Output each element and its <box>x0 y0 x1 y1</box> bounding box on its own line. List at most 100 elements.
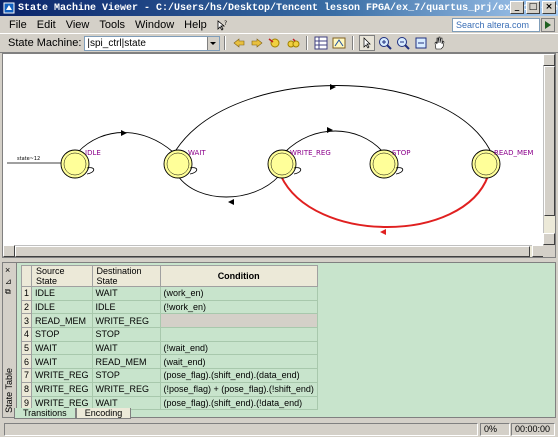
horizontal-scrollbar[interactable] <box>3 245 544 257</box>
close-button[interactable]: × <box>542 1 556 14</box>
zoom-in-icon[interactable] <box>377 35 393 51</box>
title-bar: State Machine Viewer - C:/Users/hs/Deskt… <box>0 0 558 16</box>
pin-icon[interactable]: ⊿ <box>5 277 12 286</box>
table-row[interactable]: 4 STOP STOP <box>21 327 318 342</box>
state-label-write-reg: WRITE_REG <box>290 149 331 157</box>
destination-state-cell: WRITE_REG <box>91 381 161 397</box>
hand-pan-icon[interactable] <box>431 35 447 51</box>
table-row[interactable]: 5 WAIT WAIT (!wait_end) <box>21 340 318 356</box>
drawing-icon[interactable] <box>331 35 347 51</box>
menu-tools[interactable]: Tools <box>94 19 130 31</box>
select-pointer-icon[interactable] <box>359 35 376 51</box>
scroll-up-button[interactable] <box>543 54 555 66</box>
table-row[interactable]: 8 WRITE_REG WRITE_REG (!pose_flag) + (po… <box>21 381 318 397</box>
zoom-out-icon[interactable] <box>395 35 411 51</box>
source-state-cell: STOP <box>31 327 93 342</box>
menu-help[interactable]: Help <box>179 19 212 31</box>
scroll-down-button[interactable] <box>543 233 555 245</box>
table-row[interactable]: 3 READ_MEM WRITE_REG <box>21 313 318 329</box>
reset-label: state~12 <box>17 156 40 162</box>
tab-transitions[interactable]: Transitions <box>14 408 76 419</box>
scroll-corner <box>543 245 555 257</box>
state-idle: IDLE <box>60 149 101 179</box>
menu-edit[interactable]: Edit <box>32 19 61 31</box>
column-header-destination[interactable]: Destination State <box>91 265 161 287</box>
horizontal-scroll-thumb[interactable] <box>15 246 530 257</box>
condition-cell: (pose_flag).(shift_end).(data_end) <box>159 368 318 383</box>
state-diagram: state~12 IDLE WAIT WRITE_REG STOP READ_M… <box>7 84 533 235</box>
table-view-icon[interactable] <box>313 35 329 51</box>
table-row[interactable]: 2 IDLE IDLE (!work_en) <box>21 299 318 315</box>
menu-window[interactable]: Window <box>130 19 179 31</box>
fit-window-icon[interactable] <box>413 35 429 51</box>
vertical-scroll-thumb[interactable] <box>544 66 555 216</box>
progress-value: 0% <box>480 423 510 436</box>
destination-state-cell: WAIT <box>91 286 161 301</box>
row-number: 4 <box>21 327 32 342</box>
scroll-left-button[interactable] <box>3 245 15 257</box>
table-row[interactable]: 7 WRITE_REG STOP (pose_flag).(shift_end)… <box>21 368 318 383</box>
window-title: State Machine Viewer - C:/Users/hs/Deskt… <box>18 2 558 14</box>
app-icon <box>3 2 15 14</box>
row-number: 1 <box>21 286 32 301</box>
highlight-fan-in-icon[interactable] <box>267 35 283 51</box>
row-number: 2 <box>21 299 32 315</box>
table-row[interactable]: 6 WAIT READ_MEM (wait_end) <box>21 354 318 370</box>
state-read-mem: READ_MEM <box>471 149 533 179</box>
condition-cell: (!wait_end) <box>159 340 318 356</box>
tab-encoding[interactable]: Encoding <box>75 408 132 419</box>
source-state-cell: WRITE_REG <box>31 368 93 383</box>
panel-side-strip: × ⊿ ⧉ State Table <box>3 263 17 417</box>
source-state-cell: WAIT <box>31 340 93 356</box>
destination-state-cell: WRITE_REG <box>91 313 161 329</box>
destination-state-cell: WAIT <box>91 340 161 356</box>
source-state-cell: IDLE <box>31 286 93 301</box>
transition-writereg-wait <box>177 175 280 198</box>
state-write-reg: WRITE_REG <box>267 149 331 179</box>
destination-state-cell: STOP <box>91 327 161 342</box>
state-machine-select[interactable]: |spi_ctrl|state <box>84 35 221 51</box>
transitions-table: Source State Destination State Condition… <box>21 265 318 411</box>
state-table-panel: × ⊿ ⧉ State Table Source State Destinati… <box>2 262 556 418</box>
transition-readmem-writereg-highlighted <box>280 175 489 228</box>
row-number: 7 <box>21 368 32 383</box>
source-state-cell: WAIT <box>31 354 93 370</box>
panel-tabs: Transitions Encoding <box>14 408 132 420</box>
condition-cell <box>159 313 318 329</box>
state-stop: STOP <box>369 149 410 179</box>
status-message <box>4 423 478 436</box>
highlight-fan-out-icon[interactable] <box>285 35 301 51</box>
svg-text:?: ? <box>224 20 227 27</box>
forward-arrow-icon[interactable] <box>249 35 265 51</box>
vertical-scrollbar[interactable] <box>543 54 555 245</box>
source-state-cell: IDLE <box>31 299 93 315</box>
search-go-icon[interactable] <box>541 18 555 32</box>
menu-file[interactable]: File <box>4 19 32 31</box>
source-state-cell: READ_MEM <box>31 313 93 329</box>
table-row[interactable]: 1 IDLE WAIT (work_en) <box>21 286 318 301</box>
column-header-condition[interactable]: Condition <box>159 265 318 287</box>
source-state-cell: WRITE_REG <box>31 381 93 397</box>
chevron-down-icon[interactable] <box>207 36 220 50</box>
elapsed-time: 00:00:00 <box>511 423 555 436</box>
state-machine-value: |spi_ctrl|state <box>87 37 146 49</box>
whats-this-icon[interactable]: ? <box>216 19 228 31</box>
panel-close-button[interactable]: × <box>5 265 10 275</box>
minimize-button[interactable]: _ <box>510 1 524 14</box>
condition-cell: (wait_end) <box>159 354 318 370</box>
panel-side-label: State Table <box>4 368 14 413</box>
state-diagram-canvas[interactable]: state~12 IDLE WAIT WRITE_REG STOP READ_M… <box>2 53 556 258</box>
maximize-button[interactable]: □ <box>526 1 540 14</box>
row-number: 5 <box>21 340 32 356</box>
state-label-read-mem: READ_MEM <box>494 149 533 157</box>
menu-view[interactable]: View <box>61 19 95 31</box>
row-number-header <box>21 265 32 287</box>
float-icon[interactable]: ⧉ <box>5 287 11 297</box>
search-input[interactable]: Search altera.com <box>452 18 540 32</box>
row-number: 8 <box>21 381 32 397</box>
back-arrow-icon[interactable] <box>231 35 247 51</box>
toolbar: State Machine: |spi_ctrl|state <box>0 33 558 53</box>
column-header-source[interactable]: Source State <box>31 265 93 287</box>
state-label-stop: STOP <box>392 149 410 157</box>
condition-cell: (pose_flag).(shift_end).(!data_end) <box>159 395 318 411</box>
